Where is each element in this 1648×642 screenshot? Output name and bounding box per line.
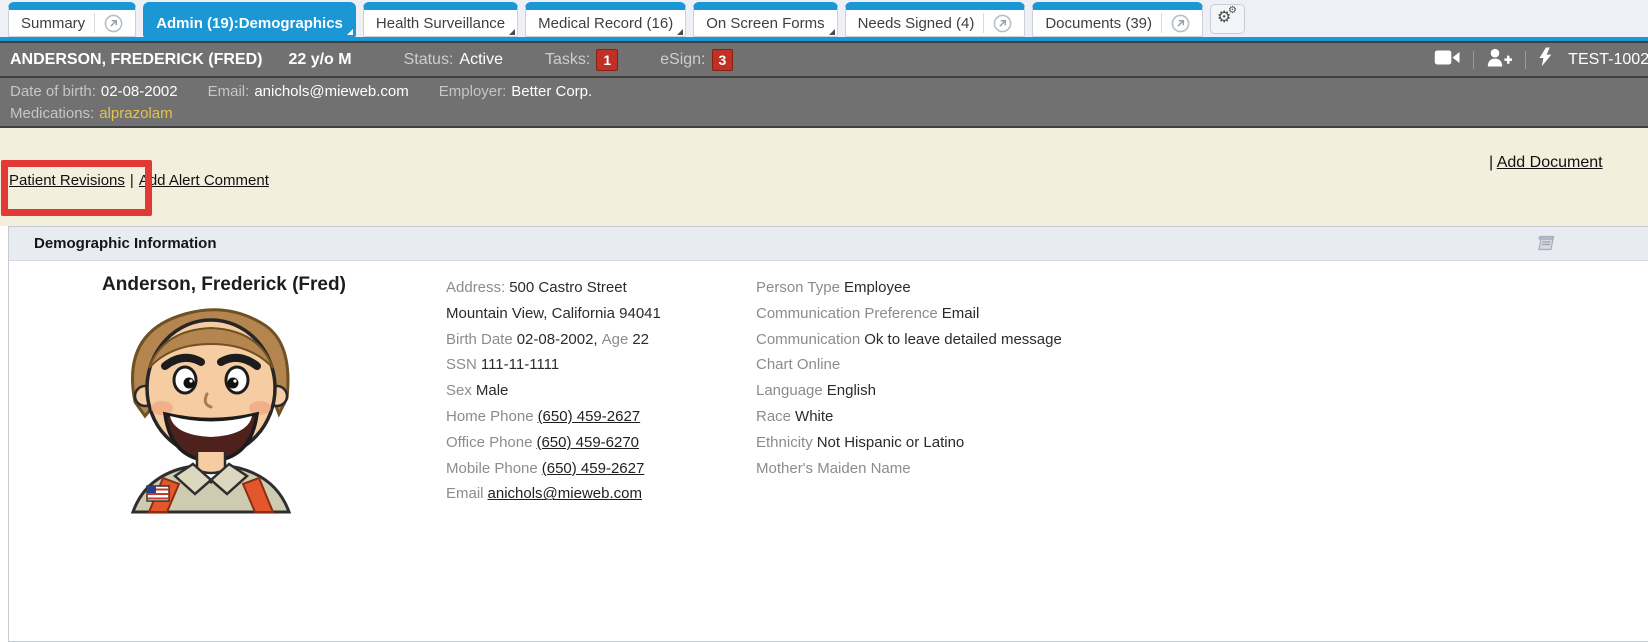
- demographics-right-column: Person TypeEmployee Communication Prefer…: [756, 275, 1062, 481]
- gear-icon-small: ⚙: [1228, 4, 1237, 18]
- journal-icon[interactable]: [1537, 235, 1556, 257]
- icon-divider: [1525, 51, 1526, 69]
- tab-fold-icon: [509, 29, 515, 35]
- video-camera-icon[interactable]: [1434, 49, 1460, 71]
- icon-divider: [1473, 51, 1474, 69]
- tab-needs-signed-label: Needs Signed (4): [858, 15, 975, 32]
- open-in-new-icon[interactable]: [104, 14, 123, 33]
- demographics-middle-column: Address:500 Castro Street Mountain View,…: [446, 275, 661, 507]
- tab-medical-record[interactable]: Medical Record (16): [525, 2, 686, 37]
- patient-action-links: Patient Revisions | Add Alert Comment: [9, 172, 269, 189]
- patient-age-sex: 22 y/o M: [288, 51, 351, 69]
- lightning-bolt-icon[interactable]: [1539, 47, 1552, 72]
- mothers-maiden-name-row: Mother's Maiden Name: [756, 456, 1062, 482]
- address-row-2: Mountain View, California 94041: [446, 301, 661, 327]
- mobile-phone-link[interactable]: (650) 459-2627: [542, 460, 645, 477]
- email-value: anichols@mieweb.com: [254, 81, 408, 103]
- employer-label: Employer:: [439, 81, 507, 103]
- add-document-row: | Add Document: [1489, 154, 1603, 172]
- link-separator: |: [130, 172, 134, 189]
- tab-admin-demographics[interactable]: Admin (19):Demographics: [143, 2, 356, 37]
- tab-documents[interactable]: Documents (39): [1032, 2, 1203, 37]
- patient-name: ANDERSON, FREDERICK (FRED): [10, 51, 262, 69]
- office-phone-link[interactable]: (650) 459-6270: [536, 434, 639, 451]
- dob-label: Date of birth:: [10, 81, 96, 103]
- tab-strip: Summary Admin (19):Demographics Health S…: [8, 0, 1245, 37]
- tab-fold-icon: [677, 29, 683, 35]
- open-in-new-icon[interactable]: [993, 14, 1012, 33]
- header-icon-group: TEST-10025: [1434, 47, 1648, 72]
- demographics-panel-header: Demographic Information: [9, 227, 1648, 261]
- demographics-panel-body: Anderson, Frederick (Fred): [9, 261, 1648, 641]
- status-label: Status:: [404, 51, 454, 69]
- race-row: RaceWhite: [756, 404, 1062, 430]
- tasks-label: Tasks:: [545, 51, 590, 69]
- tab-on-screen-forms-label: On Screen Forms: [706, 15, 824, 32]
- patient-avatar[interactable]: [105, 302, 317, 519]
- medications-label: Medications:: [10, 103, 94, 125]
- tab-health-surveillance[interactable]: Health Surveillance: [363, 2, 518, 37]
- tab-needs-signed[interactable]: Needs Signed (4): [845, 2, 1026, 37]
- panel-title: Demographic Information: [9, 235, 217, 252]
- tab-summary-label: Summary: [21, 15, 85, 32]
- info-row-2: Medications: alprazolam: [10, 103, 1648, 125]
- tab-medical-record-label: Medical Record (16): [538, 15, 673, 32]
- email-row: Emailanichols@mieweb.com: [446, 481, 661, 507]
- patient-revisions-link[interactable]: Patient Revisions: [9, 172, 125, 189]
- patient-info-bar: Date of birth: 02-08-2002 Email: anichol…: [0, 78, 1648, 128]
- chart-id: TEST-10025: [1568, 51, 1648, 69]
- ethnicity-row: EthnicityNot Hispanic or Latino: [756, 430, 1062, 456]
- add-person-icon[interactable]: [1487, 48, 1512, 72]
- open-in-new-icon[interactable]: [1171, 14, 1190, 33]
- mobile-phone-row: Mobile Phone(650) 459-2627: [446, 456, 661, 482]
- dob-value: 02-08-2002: [101, 81, 178, 103]
- birth-date-row: Birth Date02-08-2002,Age22: [446, 327, 661, 353]
- email-link[interactable]: anichols@mieweb.com: [488, 485, 642, 502]
- esign-count-badge[interactable]: 3: [712, 49, 734, 71]
- medications-value: alprazolam: [99, 103, 172, 125]
- address-row: Address:500 Castro Street: [446, 275, 661, 301]
- tasks-count-badge[interactable]: 1: [596, 49, 618, 71]
- home-phone-link[interactable]: (650) 459-2627: [538, 408, 641, 425]
- info-row-1: Date of birth: 02-08-2002 Email: anichol…: [10, 81, 1648, 103]
- tab-divider: [983, 13, 984, 33]
- add-alert-comment-link[interactable]: Add Alert Comment: [139, 172, 269, 189]
- settings-button[interactable]: ⚙ ⚙: [1210, 4, 1245, 34]
- person-type-row: Person TypeEmployee: [756, 275, 1062, 301]
- tab-admin-label: Admin (19):Demographics: [156, 15, 343, 32]
- communication-row: CommunicationOk to leave detailed messag…: [756, 327, 1062, 353]
- tab-underline: [0, 37, 1648, 41]
- esign-label: eSign:: [660, 51, 705, 69]
- link-separator: |: [1489, 154, 1493, 171]
- tab-bar: Summary Admin (19):Demographics Health S…: [0, 0, 1648, 41]
- tab-divider: [94, 13, 95, 33]
- tab-divider: [1161, 13, 1162, 33]
- patient-display-name: Anderson, Frederick (Fred): [49, 274, 399, 296]
- tab-health-surveillance-label: Health Surveillance: [376, 15, 505, 32]
- tab-fold-icon: [347, 29, 353, 35]
- tab-summary[interactable]: Summary: [8, 2, 136, 37]
- home-phone-row: Home Phone(650) 459-2627: [446, 404, 661, 430]
- sex-row: SexMale: [446, 378, 661, 404]
- add-document-link[interactable]: Add Document: [1497, 154, 1603, 171]
- action-strip: Patient Revisions | Add Alert Comment | Ad…: [0, 128, 1648, 226]
- office-phone-row: Office Phone(650) 459-6270: [446, 430, 661, 456]
- status-value: Active: [459, 51, 503, 69]
- email-label: Email:: [208, 81, 250, 103]
- chart-online-row: Chart Online: [756, 352, 1062, 378]
- tab-fold-icon: [829, 29, 835, 35]
- employer-value: Better Corp.: [511, 81, 592, 103]
- ssn-row: SSN111-11-1111: [446, 352, 661, 378]
- tab-documents-label: Documents (39): [1045, 15, 1152, 32]
- demographics-panel: Demographic Information Anderson, Freder…: [8, 226, 1648, 642]
- language-row: LanguageEnglish: [756, 378, 1062, 404]
- tab-on-screen-forms[interactable]: On Screen Forms: [693, 2, 837, 37]
- patient-header-bar: ANDERSON, FREDERICK (FRED) 22 y/o M Stat…: [0, 41, 1648, 78]
- communication-preference-row: Communication PreferenceEmail: [756, 301, 1062, 327]
